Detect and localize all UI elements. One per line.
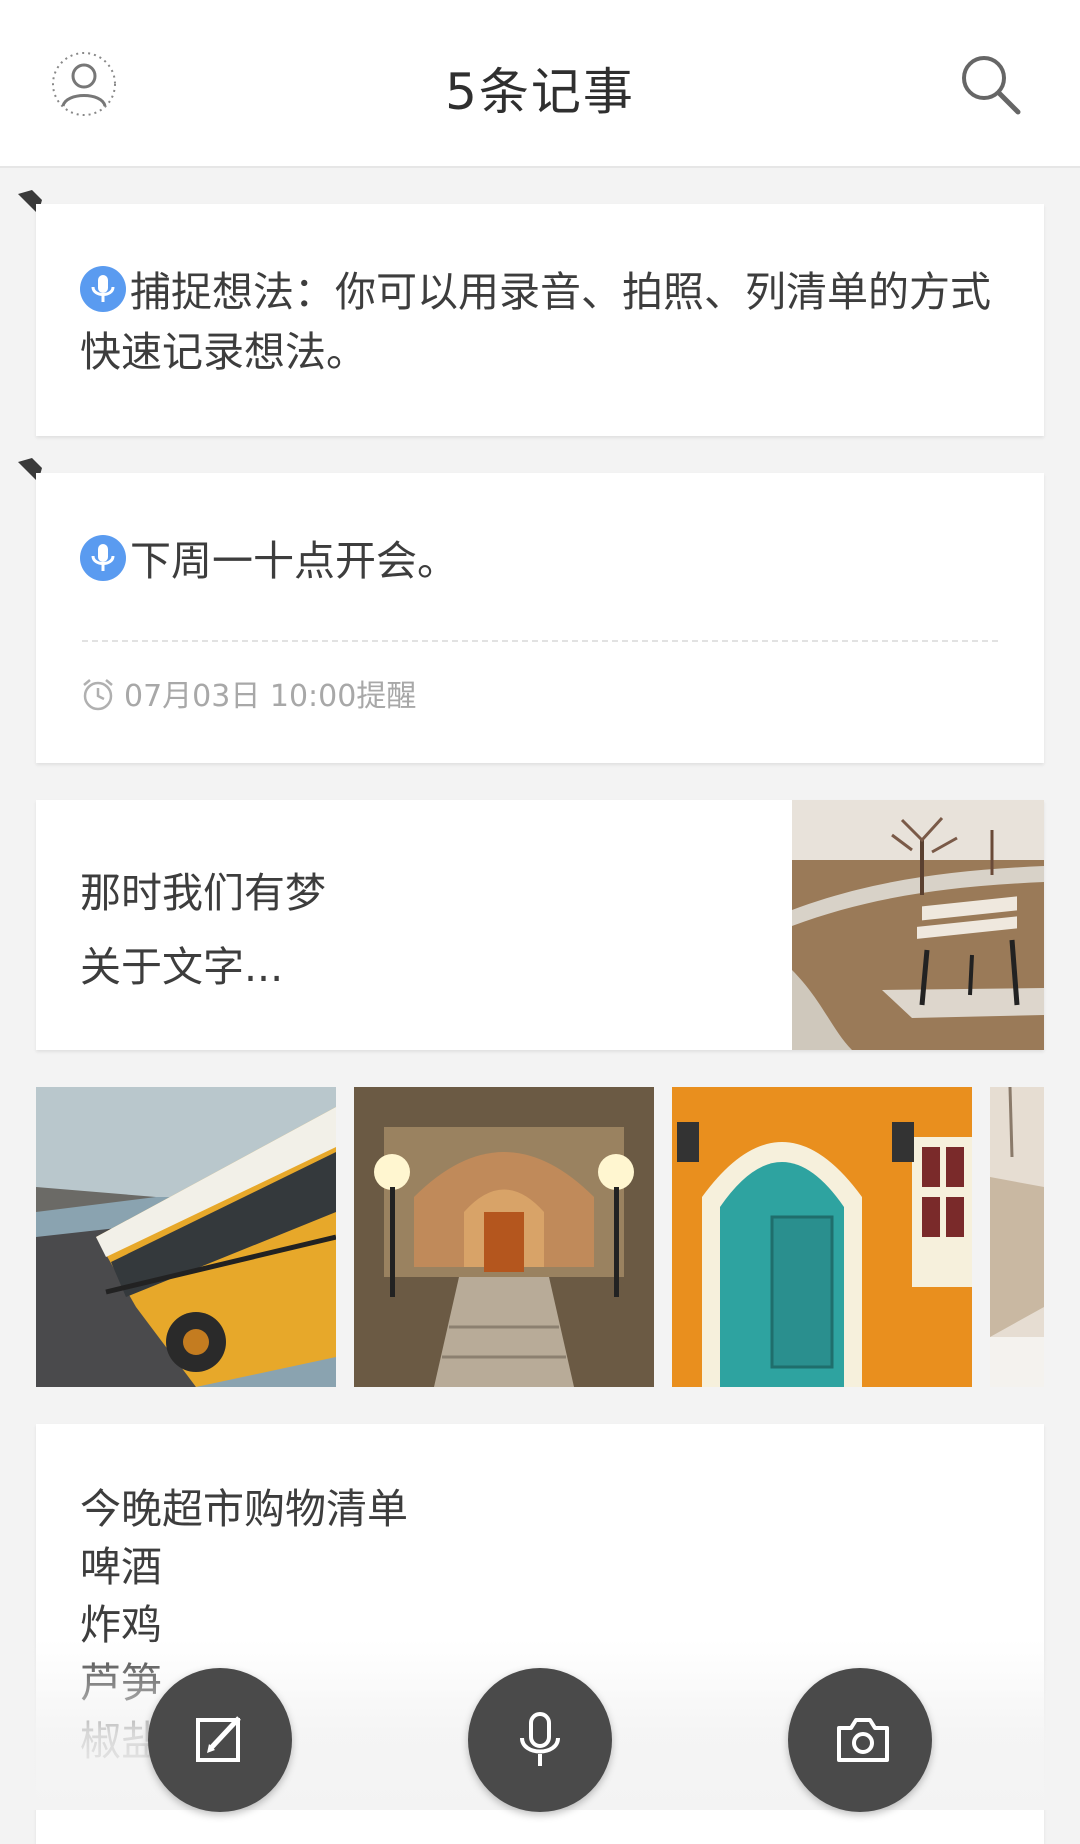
voice-note-button[interactable] xyxy=(468,1668,612,1812)
bench-thumbnail xyxy=(792,800,1044,1050)
divider xyxy=(82,640,998,642)
new-text-note-button[interactable] xyxy=(148,1668,292,1812)
camera-icon xyxy=(837,1718,889,1762)
microphone-icon xyxy=(520,1712,560,1766)
list-item: 啤酒 xyxy=(80,1543,162,1591)
microphone-badge-icon xyxy=(80,535,126,581)
reminder-text: 07月03日 10:00提醒 xyxy=(124,679,417,714)
alarm-clock-icon xyxy=(83,679,113,711)
note-card-voice[interactable]: 捕捉想法：你可以用录音、拍照、列清单的方式快速记录想法。 xyxy=(36,204,1044,436)
reminder-label: 07月03日 10:00提醒 xyxy=(80,671,416,715)
blue-door-photo xyxy=(672,1087,972,1387)
checklist-title: 今晚超市购物清单 xyxy=(80,1485,408,1533)
note-text: 下周一十点开会。 xyxy=(130,537,458,585)
search-icon[interactable] xyxy=(958,52,1022,116)
note-title: 那时我们有梦 xyxy=(80,869,326,917)
note-text: 捕捉想法：你可以用录音、拍照、列清单的方式快速记录想法。 xyxy=(80,268,991,376)
photo-note-button[interactable] xyxy=(788,1668,932,1812)
note-card-reminder[interactable]: 下周一十点开会。 07月03日 10:00提醒 xyxy=(36,473,1044,763)
page-title: 5条记事 xyxy=(445,63,635,121)
snowy-photo xyxy=(990,1087,1044,1387)
note-preview: 关于文字... xyxy=(80,943,284,991)
castle-stairs-photo xyxy=(354,1087,654,1387)
microphone-badge-icon xyxy=(80,266,126,312)
bus-photo xyxy=(36,1087,336,1387)
edit-icon xyxy=(196,1716,241,1762)
note-card-text-image[interactable]: 那时我们有梦 关于文字... xyxy=(36,800,1044,1050)
app-header: 5条记事 xyxy=(0,0,1080,168)
